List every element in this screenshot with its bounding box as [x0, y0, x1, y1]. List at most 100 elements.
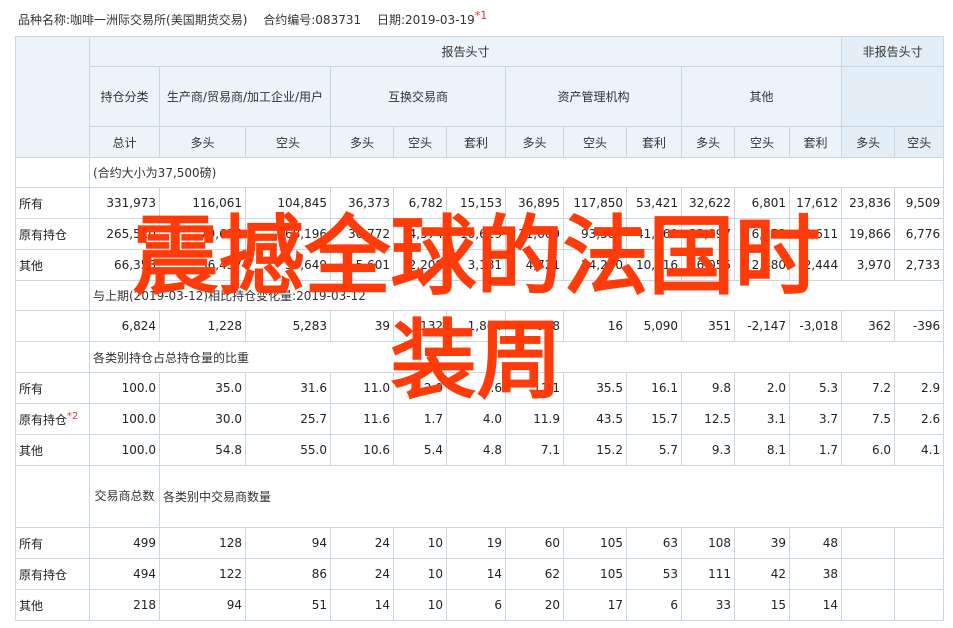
table-cell [841, 558, 896, 590]
table-cell: 6,782 [393, 187, 447, 219]
table-cell: 5.3 [788, 372, 843, 404]
table-cell: 33 [681, 589, 735, 621]
other-spread: 套利 [788, 126, 843, 158]
table-cell: 122 [159, 558, 246, 590]
table-cell: 2.0 [393, 372, 447, 404]
table-cell: 4.1 [894, 434, 945, 466]
table-cell: 15.2 [563, 434, 627, 466]
row-label: 所有 [15, 527, 90, 559]
table-cell: 33,097 [681, 218, 735, 250]
money-spread: 套利 [626, 126, 682, 158]
table-cell: 36,649 [245, 249, 331, 281]
table-cell: 53,421 [626, 187, 682, 219]
row-label-text: 其他 [19, 598, 44, 613]
table-cell: 908 [505, 310, 564, 342]
row-label-text: 原有持仓 [19, 227, 68, 242]
table-cell: 2,733 [894, 249, 945, 281]
table-cell: 9,509 [894, 187, 945, 219]
table-cell: 36,895 [505, 187, 564, 219]
swap-header: 互换交易商 [330, 66, 506, 127]
table-cell: 4,721 [505, 249, 564, 281]
table-cell: 15,153 [446, 187, 506, 219]
table-cell: 7.1 [505, 434, 564, 466]
table-cell: 5,283 [245, 310, 331, 342]
other-long: 多头 [681, 126, 735, 158]
table-cell: 10,116 [626, 249, 682, 281]
row-label-text: 所有 [19, 381, 44, 396]
section-share: 各类别持仓占总持仓量的比重 [15, 341, 945, 373]
table-cell: 6,776 [894, 218, 945, 250]
table-cell: 499 [89, 527, 160, 559]
table-cell: 86 [245, 558, 331, 590]
table-cell: 42 [734, 558, 790, 590]
table-cell: 10 [393, 589, 447, 621]
table-cell: 4.6 [446, 372, 506, 404]
table-cell: 7.2 [841, 372, 896, 404]
table-cell: 10 [393, 527, 447, 559]
table-cell: 24 [330, 558, 394, 590]
table-cell: 10 [393, 558, 447, 590]
table-cell: 31,669 [505, 218, 564, 250]
table-cell: 14 [330, 589, 394, 621]
section-share-title: 各类别持仓占总持仓量的比重 [88, 341, 945, 373]
other-header: 其他 [680, 66, 843, 127]
table-cell: 218 [89, 589, 160, 621]
table-cell: 2,480 [734, 249, 790, 281]
table-cell [841, 589, 896, 621]
table-cell: 132 [393, 310, 447, 342]
table-cell: 15.7 [626, 403, 682, 435]
table-row: 其他 218 94 51 14 10 6 20 17 6 33 15 14 [15, 589, 945, 621]
report-date: 日期:2019-03-19 [376, 13, 475, 27]
table-cell: 20 [505, 589, 564, 621]
table-cell: 17 [563, 589, 627, 621]
money-header: 资产管理机构 [505, 66, 682, 127]
table-cell: 4,574 [393, 218, 447, 250]
cot-report-table: 报告头寸 非报告头寸 持仓分类 生产商/贸易商/加工企业/用户 互换交易商 资产… [15, 36, 945, 621]
table-cell: 6,055 [681, 249, 735, 281]
section-change: 与上期(2019-03-12)相比持仓变化量:2019-03-12 [15, 280, 945, 311]
table-cell: 351 [681, 310, 735, 342]
table-cell: 94 [159, 589, 246, 621]
table-cell: 3.7 [788, 403, 843, 435]
table-cell: 30.0 [159, 403, 246, 435]
nonrep-short: 空头 [894, 126, 945, 158]
header-row-3: 总计 多头 空头 多头 空头 套利 多头 空头 套利 多头 空头 套利 多头 空… [16, 126, 945, 158]
section-change-blank [15, 280, 90, 311]
trader-total-header: 交易商总数 [89, 465, 160, 528]
section-contract-size-title: (合约大小为37,500磅) [88, 157, 945, 188]
table-cell: 265,520 [89, 218, 160, 250]
table-cell: 10,619 [446, 218, 506, 250]
table-cell: 9.8 [681, 372, 735, 404]
money-long: 多头 [505, 126, 564, 158]
money-short: 空头 [563, 126, 627, 158]
date-note: *1 [474, 9, 488, 22]
section-traders: 交易商总数 各类别中交易商数量 [15, 465, 945, 528]
swap-long: 多头 [330, 126, 394, 158]
table-cell: 68,196 [245, 218, 331, 250]
table-cell: 3.1 [734, 403, 790, 435]
table-cell: 6 [626, 589, 682, 621]
row-label: 原有持仓*2 [15, 403, 90, 435]
table-cell: 2,444 [788, 249, 843, 281]
position-class-header: 持仓分类 [89, 66, 160, 127]
table-cell: 362 [841, 310, 896, 342]
row-label: 其他 [15, 434, 90, 466]
header-row-2: 持仓分类 生产商/贸易商/加工企业/用户 互换交易商 资产管理机构 其他 [16, 66, 945, 127]
row-label-text: 其他 [19, 443, 44, 458]
row-label: 所有 [15, 187, 90, 219]
table-cell [894, 527, 945, 559]
table-cell: 5,601 [330, 249, 394, 281]
table-cell: 100.0 [89, 434, 160, 466]
section-change-title: 与上期(2019-03-12)相比持仓变化量:2019-03-12 [88, 280, 945, 311]
table-cell: 14 [446, 558, 506, 590]
report-header: 品种名称:咖啡一洲际交易所(美国期货交易) 合约编号:083731 日期:201… [18, 9, 487, 28]
table-cell: 3,181 [446, 249, 506, 281]
producer-short: 空头 [245, 126, 331, 158]
table-cell: 6.0 [841, 434, 896, 466]
table-cell: 79,624 [159, 218, 246, 250]
table-cell: 24 [330, 527, 394, 559]
table-cell: 1.7 [393, 403, 447, 435]
table-cell: 16 [563, 310, 627, 342]
nonreportable-blank [841, 66, 945, 127]
table-cell: 11.1 [505, 372, 564, 404]
